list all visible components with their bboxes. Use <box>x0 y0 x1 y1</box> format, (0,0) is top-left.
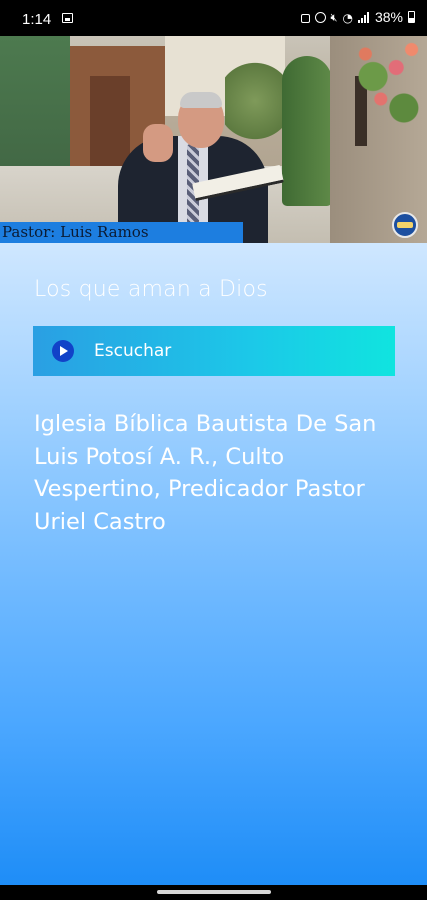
wifi-icon: ◔ <box>342 11 353 25</box>
sermon-title: Los que aman a Dios <box>34 277 268 302</box>
sermon-description: Iglesia Bíblica Bautista De San Luis Pot… <box>34 411 377 535</box>
hero-scene-flowers <box>350 36 427 126</box>
church-logo-icon <box>392 212 418 238</box>
battery-icon <box>408 11 415 23</box>
home-indicator[interactable] <box>157 890 271 894</box>
image-icon <box>62 13 73 23</box>
mute-icon: 🔇︎ <box>330 11 338 24</box>
listen-button[interactable]: Escuchar <box>33 326 395 376</box>
status-time: 1:14 <box>22 11 52 28</box>
pastor-hand <box>143 124 173 162</box>
hero-banner: Pastor: Luis Ramos <box>0 36 427 243</box>
listen-button-label: Escuchar <box>94 341 172 361</box>
hero-scene-hedge <box>282 56 332 206</box>
status-bar: 1:14 🔇︎ ◔ 38% <box>0 0 427 36</box>
pastor-hair <box>180 92 222 108</box>
battery-percent: 38% <box>374 9 403 25</box>
play-icon <box>52 340 74 362</box>
hero-scene-trees <box>225 56 285 146</box>
lock-icon <box>300 14 310 23</box>
main-content: Los que aman a Dios Escuchar Iglesia Bíb… <box>0 243 427 885</box>
signal-icon <box>357 11 370 23</box>
status-icons: 🔇︎ ◔ 38% <box>300 9 415 25</box>
navigation-bar <box>0 885 427 900</box>
hero-scene-door <box>90 76 130 166</box>
alarm-icon <box>314 11 326 23</box>
hero-caption: Pastor: Luis Ramos <box>0 222 243 243</box>
